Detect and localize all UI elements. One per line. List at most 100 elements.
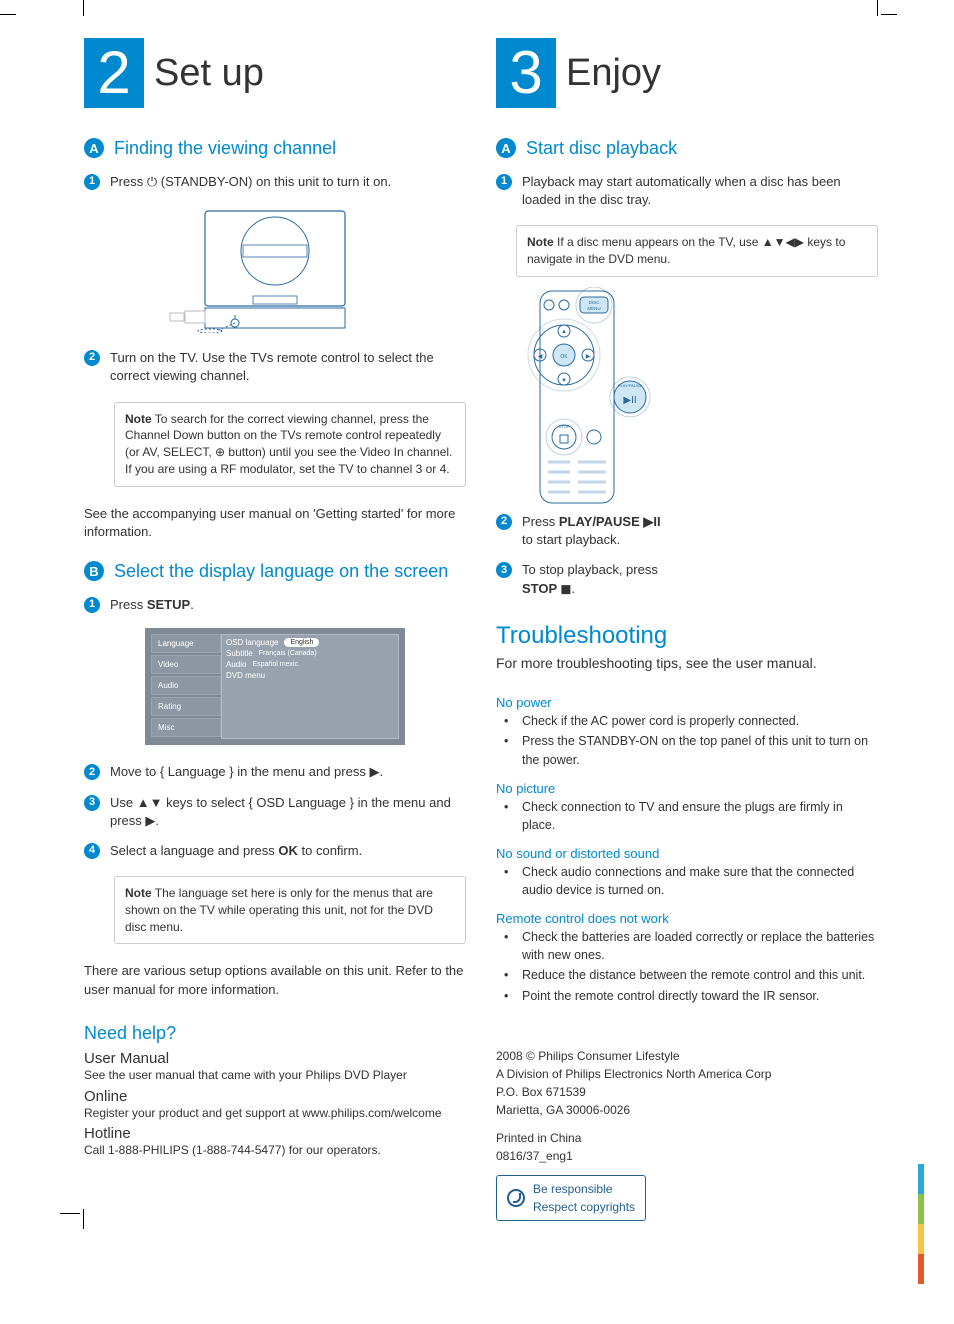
- play-pause-label: PLAY/PAUSE ▶II: [559, 514, 661, 529]
- trouble-section-no-picture: No picture: [496, 781, 878, 796]
- text: Select a language and press: [110, 843, 278, 858]
- step-text: Press ⏻ (STANDBY-ON) on this unit to tur…: [110, 173, 466, 191]
- step-number-2: 2: [84, 764, 100, 780]
- legal-line: Printed in China: [496, 1129, 878, 1147]
- osd-row-label: OSD language: [226, 638, 278, 647]
- osd-right-panel: OSD language English Subtitle Français (Ca…: [221, 634, 399, 739]
- step-number-1: 1: [496, 174, 512, 190]
- step-item: 2Move to { Language } in the menu and pr…: [84, 763, 466, 781]
- help-subhead-hotline: Hotline: [84, 1125, 466, 1142]
- step-number-badge: 2: [84, 38, 144, 108]
- osd-row-label: Subtitle: [226, 649, 253, 658]
- svg-text:OK: OK: [560, 354, 568, 360]
- trouble-item: Check if the AC power cord is properly c…: [510, 712, 878, 730]
- step-text: To stop playback, press STOP ◼.: [522, 561, 696, 597]
- svg-text:PLAY/PAUSE: PLAY/PAUSE: [618, 383, 643, 388]
- ok-key-label: OK: [278, 843, 298, 858]
- section-letter-badge: A: [84, 138, 104, 158]
- osd-option: Français (Canada): [259, 649, 317, 658]
- help-text: Register your product and get support at…: [84, 1105, 466, 1122]
- step-item: 2 Press PLAY/PAUSE ▶II to start playback…: [496, 513, 696, 549]
- text: Be responsible: [533, 1182, 612, 1196]
- note-box: Note The language set here is only for t…: [114, 876, 466, 944]
- section-letter-badge: B: [84, 561, 104, 581]
- step-number-2: 2: [496, 514, 512, 530]
- osd-tab-video: Video: [151, 655, 221, 674]
- step-number-2: 2: [84, 350, 100, 366]
- step-number-1: 1: [84, 597, 100, 613]
- trouble-item: Point the remote control directly toward…: [510, 987, 878, 1005]
- svg-text:▼: ▼: [561, 378, 567, 384]
- crop-mark: [83, 0, 84, 16]
- osd-row-label: DVD menu: [226, 671, 265, 680]
- step-title: Set up: [154, 52, 264, 95]
- text: To stop playback, press: [522, 562, 658, 577]
- text: .: [190, 597, 194, 612]
- step-text: Playback may start automatically when a …: [522, 173, 878, 209]
- crop-mark: [877, 0, 878, 16]
- note-box: Note To search for the correct viewing c…: [114, 402, 466, 487]
- column-enjoy: 3 Enjoy A Start disc playback 1 Playback …: [496, 28, 878, 1218]
- step-number-1: 1: [84, 174, 100, 190]
- trouble-list: Check the batteries are loaded correctly…: [496, 928, 878, 1007]
- step-item: 1 Press SETUP.: [84, 596, 466, 614]
- page: 2 Set up A Finding the viewing channel 1…: [0, 0, 954, 1324]
- crop-mark: [60, 1213, 80, 1214]
- note-text: The language set here is only for the me…: [125, 886, 433, 934]
- step-number-3: 3: [496, 562, 512, 578]
- section-title: Select the display language on the scree…: [114, 561, 448, 582]
- note-box: Note If a disc menu appears on the TV, u…: [516, 225, 878, 277]
- section-a-header: A Start disc playback: [496, 138, 878, 159]
- step-text: Press SETUP.: [110, 596, 466, 614]
- setup-key-label: SETUP: [147, 597, 190, 612]
- step-item: 1 Press ⏻ (STANDBY-ON) on this unit to t…: [84, 173, 466, 191]
- step-number-3: 3: [84, 795, 100, 811]
- trouble-list: Check audio connections and make sure th…: [496, 863, 878, 901]
- stop-label: STOP ◼: [522, 581, 571, 596]
- section-letter-badge: A: [496, 138, 516, 158]
- text: .: [571, 581, 575, 596]
- paragraph: See the accompanying user manual on 'Get…: [84, 505, 466, 541]
- need-help-heading: Need help?: [84, 1023, 466, 1044]
- svg-text:▶: ▶: [586, 354, 591, 360]
- document-body: 2 Set up A Finding the viewing channel 1…: [84, 28, 878, 1218]
- text: to start playback.: [522, 532, 620, 547]
- respect-copyrights-box: Be responsible Respect copyrights: [496, 1175, 646, 1221]
- column-setup: 2 Set up A Finding the viewing channel 1…: [84, 28, 466, 1218]
- help-text: See the user manual that came with your …: [84, 1067, 466, 1084]
- note-text: To search for the correct viewing channe…: [125, 412, 452, 476]
- osd-left-tabs: Language Video Audio Rating Misc: [151, 634, 221, 739]
- svg-text:▲: ▲: [561, 329, 567, 335]
- osd-tab-audio: Audio: [151, 676, 221, 695]
- crop-mark: [881, 14, 897, 15]
- note-label: Note: [125, 886, 152, 900]
- trouble-item: Reduce the distance between the remote c…: [510, 966, 878, 984]
- step-3-header: 3 Enjoy: [496, 38, 878, 108]
- trouble-item: Press the STANDBY-ON on the top panel of…: [510, 732, 878, 768]
- dvd-unit-illustration: [165, 203, 385, 333]
- step-text: Use ▲▼ keys to select { OSD Language } i…: [110, 794, 466, 830]
- note-label: Note: [125, 412, 152, 426]
- note-label: Note: [527, 235, 554, 249]
- power-icon: ⏻: [147, 173, 157, 191]
- legal-line: Marietta, GA 30006-0026: [496, 1101, 878, 1119]
- legal-line: P.O. Box 671539: [496, 1083, 878, 1101]
- step-number-4: 4: [84, 843, 100, 859]
- step-text: Select a language and press OK to confir…: [110, 842, 466, 860]
- svg-text:◀: ◀: [538, 354, 543, 360]
- section-b-header: B Select the display language on the scr…: [84, 561, 466, 582]
- step-item: 4 Select a language and press OK to conf…: [84, 842, 466, 860]
- step-2-header: 2 Set up: [84, 38, 466, 108]
- step-text: Press PLAY/PAUSE ▶II to start playback.: [522, 513, 696, 549]
- trouble-section-no-sound: No sound or distorted sound: [496, 846, 878, 861]
- trouble-item: Check the batteries are loaded correctly…: [510, 928, 878, 964]
- step-text: Turn on the TV. Use the TVs remote contr…: [110, 349, 466, 385]
- respect-text: Be responsible Respect copyrights: [533, 1180, 635, 1216]
- svg-text:MENU: MENU: [587, 306, 600, 311]
- step-item: 3 Use ▲▼ keys to select { OSD Language } …: [84, 794, 466, 830]
- step-title: Enjoy: [566, 52, 661, 95]
- trouble-item: Check audio connections and make sure th…: [510, 863, 878, 899]
- osd-selected-value: English: [284, 638, 319, 647]
- osd-tab-language: Language: [151, 634, 221, 653]
- paragraph: There are various setup options availabl…: [84, 962, 466, 998]
